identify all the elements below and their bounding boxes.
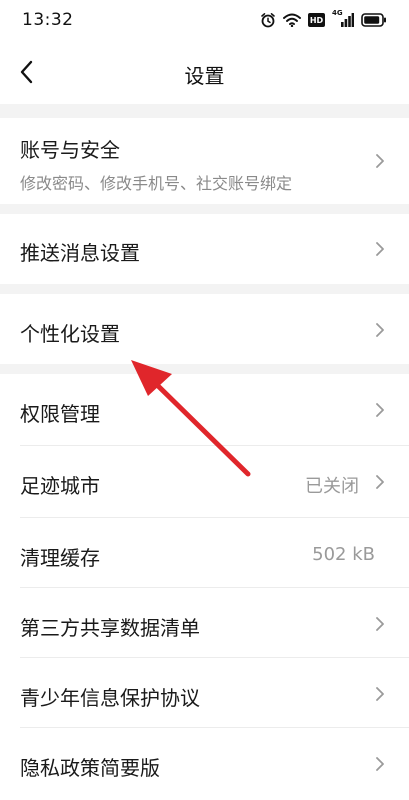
setting-row-personalization[interactable]: 个性化设置 <box>0 294 409 364</box>
signal-4g-icon: 4G <box>332 9 354 28</box>
chevron-right-icon <box>376 687 384 701</box>
setting-row-push-notifications[interactable]: 推送消息设置 <box>0 214 409 284</box>
status-icons: HD 4G <box>260 9 387 29</box>
setting-row-youth-protection[interactable]: 青少年信息保护协议 <box>0 658 409 728</box>
row-label: 隐私政策简要版 <box>20 756 160 780</box>
chevron-right-icon <box>376 323 384 337</box>
row-label: 足迹城市 <box>20 474 100 498</box>
group-account: 账号与安全 修改密码、修改手机号、社交账号绑定 <box>0 118 409 204</box>
row-value: 502 kB <box>312 544 375 565</box>
group-general: 权限管理 足迹城市 已关闭 清理缓存 502 kB 第三方共享数据清单 青少年信… <box>0 374 409 800</box>
setting-row-clear-cache[interactable]: 清理缓存 502 kB <box>0 518 409 588</box>
wifi-icon <box>283 13 301 27</box>
chevron-right-icon <box>376 757 384 771</box>
group-push: 推送消息设置 <box>0 214 409 284</box>
status-bar: 13:32 HD 4G <box>0 0 409 40</box>
setting-row-privacy-summary[interactable]: 隐私政策简要版 <box>0 728 409 800</box>
row-label: 权限管理 <box>20 402 100 426</box>
status-time: 13:32 <box>22 10 74 30</box>
row-label: 个性化设置 <box>20 322 120 346</box>
row-label: 青少年信息保护协议 <box>20 686 200 710</box>
row-subtitle: 修改密码、修改手机号、社交账号绑定 <box>20 174 293 193</box>
page-title: 设置 <box>184 64 225 88</box>
battery-icon <box>361 13 387 27</box>
row-label: 第三方共享数据清单 <box>20 616 200 640</box>
navigation-header: 设置 <box>0 40 409 104</box>
setting-row-permissions[interactable]: 权限管理 <box>0 374 409 446</box>
setting-row-footprint-cities[interactable]: 足迹城市 已关闭 <box>0 446 409 518</box>
chevron-right-icon <box>376 242 384 256</box>
settings-screen: 13:32 HD 4G 设置 账号与安全 修改密码、修改手机号、社交账号绑定 推… <box>0 0 409 800</box>
row-label: 账号与安全 <box>20 138 120 162</box>
row-label: 推送消息设置 <box>20 241 140 265</box>
chevron-right-icon <box>376 617 384 631</box>
chevron-right-icon <box>376 475 384 489</box>
chevron-right-icon <box>376 403 384 417</box>
hd-badge: HD <box>308 13 325 27</box>
chevron-right-icon <box>376 154 384 168</box>
row-value: 已关闭 <box>305 476 359 497</box>
row-label: 清理缓存 <box>20 546 100 570</box>
setting-row-account-security[interactable]: 账号与安全 修改密码、修改手机号、社交账号绑定 <box>0 118 409 204</box>
group-personalize: 个性化设置 <box>0 294 409 364</box>
setting-row-third-party-data[interactable]: 第三方共享数据清单 <box>0 588 409 658</box>
alarm-icon <box>260 12 276 28</box>
